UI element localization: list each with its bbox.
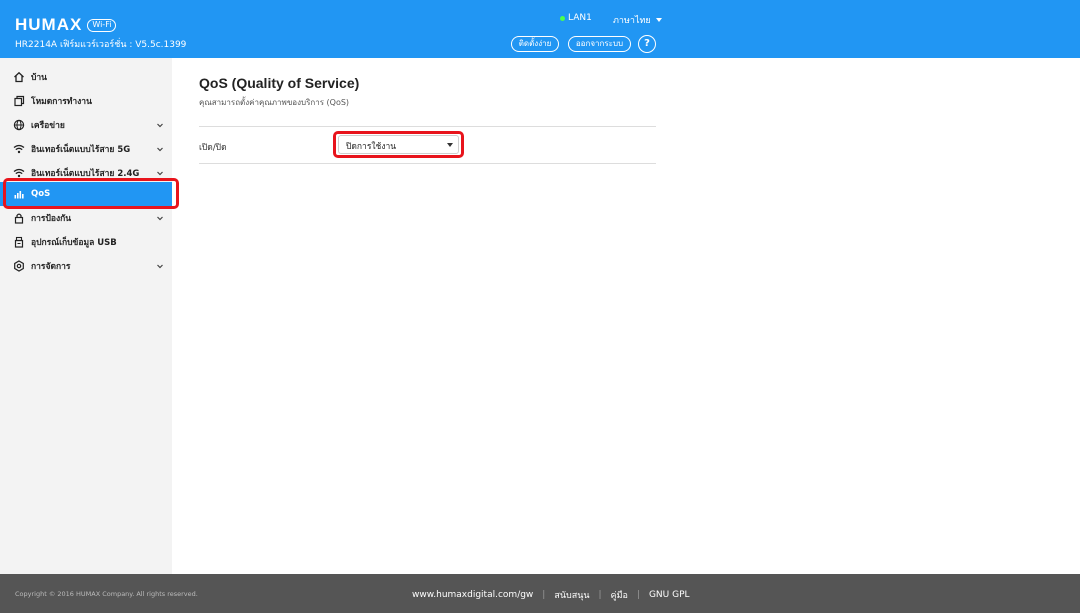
sidebar-item-label: การจัดการ (31, 262, 71, 272)
footer-link-support[interactable]: สนับสนุน (554, 588, 589, 602)
footer-links: www.humaxdigital.com/gw | สนับสนุน | คู่… (412, 588, 690, 602)
sidebar-item-label: อุปกรณ์เก็บข้อมูล USB (31, 238, 117, 248)
sidebar-item-label: อินเทอร์เน็ตแบบไร้สาย 5G (31, 145, 131, 155)
footer: Copyright © 2016 HUMAX Company. All righ… (0, 574, 1080, 613)
lan-label: LAN1 (568, 13, 592, 23)
caret-down-icon (447, 143, 453, 147)
footer-link-gpl[interactable]: GNU GPL (649, 590, 690, 600)
sidebar-item-security[interactable]: การป้องกัน (0, 206, 172, 230)
sidebar-item-label: บ้าน (31, 73, 47, 83)
brand-name: HUMAX (15, 15, 83, 34)
sidebar-item-wireless-5g[interactable]: อินเทอร์เน็ตแบบไร้สาย 5G (0, 137, 172, 161)
copyright-text: Copyright © 2016 HUMAX Company. All righ… (15, 590, 198, 598)
sidebar-item-label: โหมดการทำงาน (31, 97, 92, 107)
gear-icon (14, 260, 24, 272)
qos-toggle-label: เปิด/ปิด (199, 143, 227, 153)
help-button[interactable]: ? (638, 35, 656, 53)
sidebar-item-label: การป้องกัน (31, 214, 72, 224)
divider (199, 163, 656, 164)
page-title: QoS (Quality of Service) (199, 75, 360, 91)
easy-setup-button[interactable]: ติดตั้งง่าย (511, 36, 559, 52)
usb-icon (14, 236, 24, 248)
lan-status-dot-icon (560, 15, 565, 21)
footer-link-website[interactable]: www.humaxdigital.com/gw (412, 590, 533, 600)
sidebar-item-label: เครือข่าย (31, 121, 65, 131)
chevron-down-icon (157, 264, 163, 269)
footer-separator: | (636, 590, 640, 600)
top-header: HUMAX Wi-Fi HR2214A เฟิร์มแวร์เวอร์ชั่น … (0, 0, 1080, 58)
qos-highlight-box (3, 178, 179, 209)
footer-separator: | (598, 590, 602, 600)
language-select[interactable]: ภาษาไทย (613, 13, 662, 27)
sidebar-item-home[interactable]: บ้าน (0, 65, 172, 89)
page-subtitle: คุณสามารถตั้งค่าคุณภาพของบริการ (QoS) (199, 98, 350, 107)
footer-separator: | (542, 590, 546, 600)
home-icon (14, 71, 24, 83)
sidebar-item-management[interactable]: การจัดการ (0, 254, 172, 278)
qos-toggle-value: ปิดการใช้งาน (346, 142, 397, 152)
logout-button[interactable]: ออกจากระบบ (568, 36, 631, 52)
sidebar: บ้าน โหมดการทำงาน เครือข่าย อินเทอร์เน็ต… (0, 58, 172, 574)
wifi-badge: Wi-Fi (87, 18, 117, 32)
chevron-down-icon (157, 216, 163, 221)
humax-logo[interactable]: HUMAX Wi-Fi (15, 15, 117, 35)
language-label: ภาษาไทย (613, 16, 651, 26)
chevron-down-icon (157, 123, 163, 128)
chevron-down-icon (157, 171, 163, 176)
chevron-down-icon (157, 147, 163, 152)
sidebar-item-network[interactable]: เครือข่าย (0, 113, 172, 137)
globe-icon (13, 119, 25, 131)
divider (199, 126, 656, 127)
sidebar-item-operation-mode[interactable]: โหมดการทำงาน (0, 89, 172, 113)
sidebar-item-usb-storage[interactable]: อุปกรณ์เก็บข้อมูล USB (0, 230, 172, 254)
firmware-version: HR2214A เฟิร์มแวร์เวอร์ชั่น : V5.5c.1399 (15, 40, 187, 50)
mode-icon (14, 95, 25, 107)
lock-icon (14, 213, 24, 224)
caret-down-icon (655, 18, 662, 22)
wifi-icon (13, 144, 25, 154)
lan-status: LAN1 (560, 13, 592, 23)
footer-link-manual[interactable]: คู่มือ (611, 588, 628, 602)
